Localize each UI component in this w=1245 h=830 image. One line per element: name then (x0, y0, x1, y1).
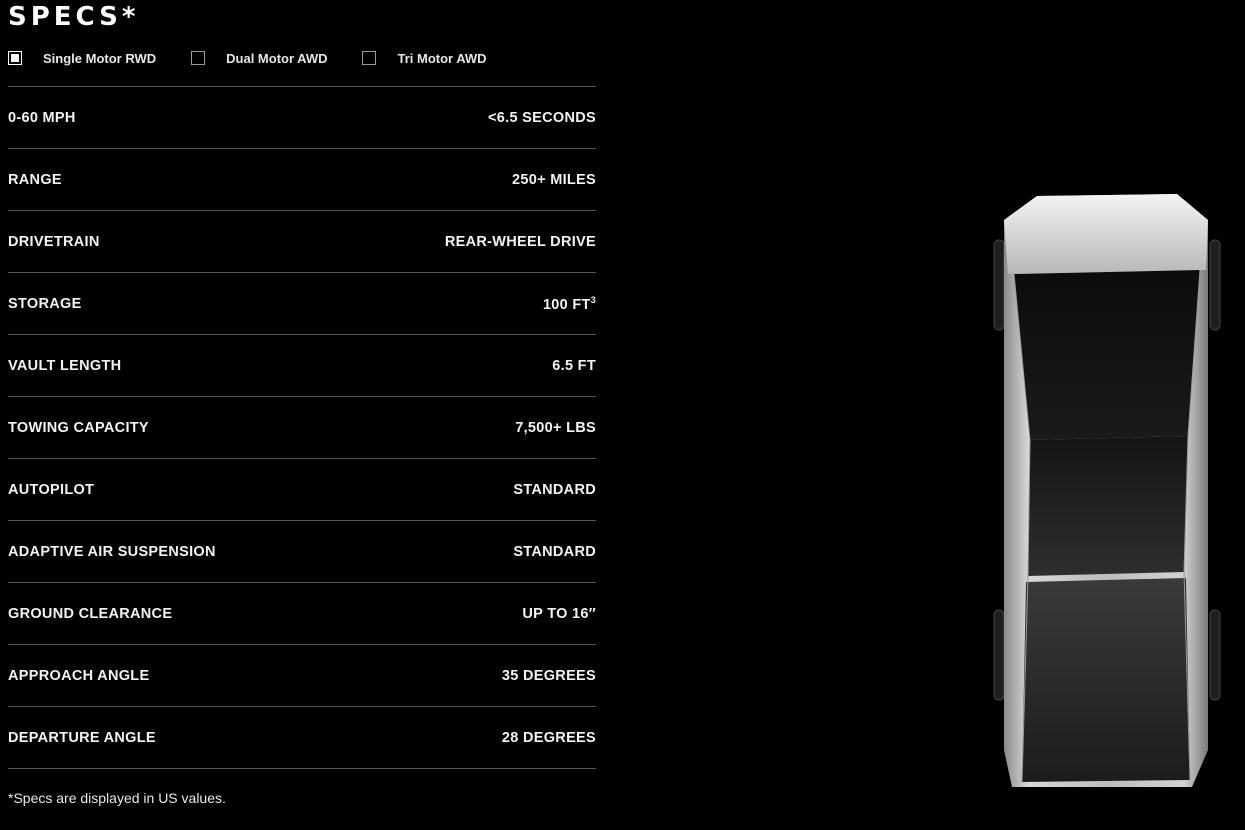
spec-label: STORAGE (8, 295, 82, 312)
spec-row-towing: TOWING CAPACITY 7,500+ LBS (8, 397, 596, 459)
option-single-motor-rwd[interactable]: Single Motor RWD (8, 51, 156, 66)
spec-value: 28 DEGREES (501, 729, 596, 746)
spec-value: STANDARD (513, 543, 596, 560)
truck-top-view-image (993, 194, 1221, 787)
option-label: Single Motor RWD (43, 50, 157, 66)
option-dual-motor-awd[interactable]: Dual Motor AWD (191, 51, 327, 66)
spec-label: GROUND CLEARANCE (8, 605, 173, 622)
spec-row-approach-angle: APPROACH ANGLE 35 DEGREES (8, 645, 596, 707)
spec-label: RANGE (8, 171, 62, 188)
spec-value: REAR-WHEEL DRIVE (444, 233, 596, 250)
spec-label: VAULT LENGTH (8, 357, 122, 374)
spec-row-ground-clearance: GROUND CLEARANCE UP TO 16″ (8, 583, 596, 645)
checkbox-single-motor-rwd[interactable] (8, 51, 22, 65)
spec-row-drivetrain: DRIVETRAIN REAR-WHEEL DRIVE (8, 211, 596, 273)
spec-label: 0-60 MPH (8, 109, 76, 126)
spec-row-0-60: 0-60 MPH <6.5 SECONDS (8, 87, 596, 149)
spec-row-range: RANGE 250+ MILES (8, 149, 596, 211)
option-label: Tri Motor AWD (397, 50, 487, 66)
spec-value: 7,500+ LBS (515, 419, 596, 436)
specs-table: 0-60 MPH <6.5 SECONDS RANGE 250+ MILES D… (8, 86, 596, 769)
spec-label: ADAPTIVE AIR SUSPENSION (8, 543, 216, 560)
spec-value: UP TO 16″ (522, 605, 596, 622)
option-label: Dual Motor AWD (226, 50, 328, 66)
spec-value: 100 FT3 (543, 295, 596, 313)
motor-options: Single Motor RWD Dual Motor AWD Tri Moto… (8, 49, 487, 67)
spec-row-departure-angle: DEPARTURE ANGLE 28 DEGREES (8, 707, 596, 769)
spec-row-vault-length: VAULT LENGTH 6.5 FT (8, 335, 596, 397)
footnote: *Specs are displayed in US values. (8, 790, 226, 806)
spec-label: DEPARTURE ANGLE (8, 729, 156, 746)
spec-label: DRIVETRAIN (8, 233, 100, 250)
spec-label: AUTOPILOT (8, 481, 95, 498)
spec-value: <6.5 SECONDS (488, 109, 596, 126)
spec-row-air-suspension: ADAPTIVE AIR SUSPENSION STANDARD (8, 521, 596, 583)
spec-value: 250+ MILES (512, 171, 596, 188)
spec-value: 35 DEGREES (501, 667, 596, 684)
spec-label: APPROACH ANGLE (8, 667, 150, 684)
spec-value-text: 100 FT (542, 296, 591, 313)
spec-label: TOWING CAPACITY (8, 419, 149, 436)
spec-value-superscript: 3 (590, 294, 596, 305)
checkbox-dual-motor-awd[interactable] (191, 51, 206, 65)
spec-row-storage: STORAGE 100 FT3 (8, 273, 596, 335)
spec-value: 6.5 FT (552, 357, 596, 374)
spec-value: STANDARD (513, 481, 596, 498)
spec-row-autopilot: AUTOPILOT STANDARD (8, 459, 596, 521)
option-tri-motor-awd[interactable]: Tri Motor AWD (362, 50, 487, 66)
checkbox-tri-motor-awd[interactable] (362, 51, 377, 65)
page-title: SPECS* (8, 2, 140, 32)
